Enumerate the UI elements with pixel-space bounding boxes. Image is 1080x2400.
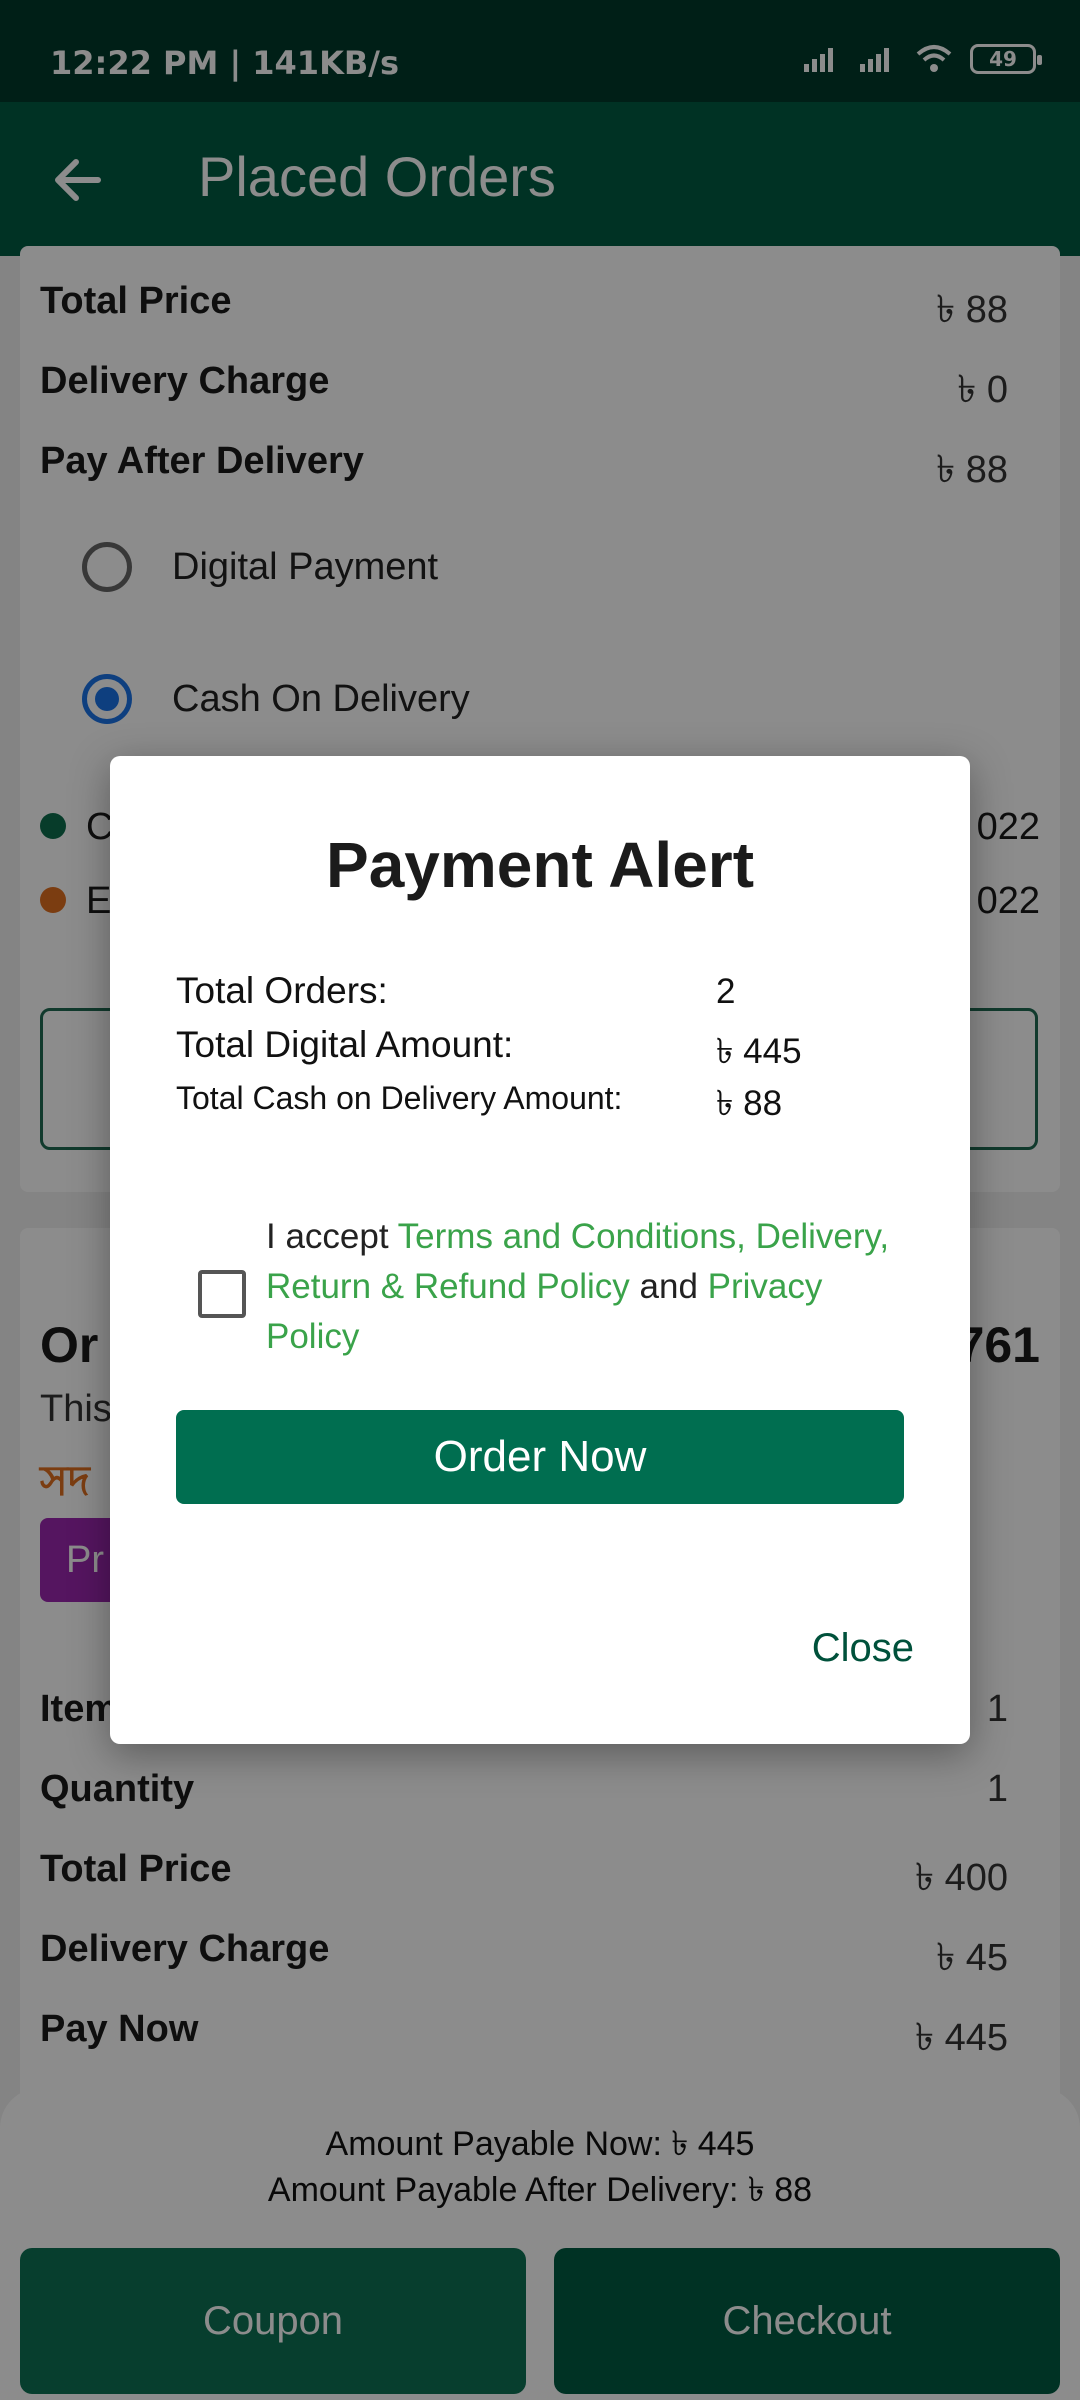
- terms-prefix: I accept: [266, 1217, 398, 1256]
- accept-terms-checkbox[interactable]: [198, 1270, 246, 1318]
- payment-alert-dialog: Payment Alert Total Orders: 2 Total Digi…: [110, 756, 970, 1744]
- order-now-button[interactable]: Order Now: [176, 1410, 904, 1504]
- total-cod-amount-value: ৳ 88: [716, 1084, 783, 1123]
- dialog-title: Payment Alert: [326, 829, 754, 901]
- total-orders-label: Total Orders:: [176, 970, 388, 1011]
- total-digital-amount-value: ৳ 445: [716, 1032, 802, 1071]
- close-button[interactable]: Close: [812, 1626, 914, 1671]
- total-digital-amount-label: Total Digital Amount:: [176, 1024, 514, 1065]
- terms-text: I accept Terms and Conditions, Delivery,…: [266, 1212, 906, 1362]
- total-cod-amount-label: Total Cash on Delivery Amount:: [176, 1080, 623, 1116]
- terms-and: and: [629, 1267, 708, 1306]
- total-orders-value: 2: [716, 972, 736, 1011]
